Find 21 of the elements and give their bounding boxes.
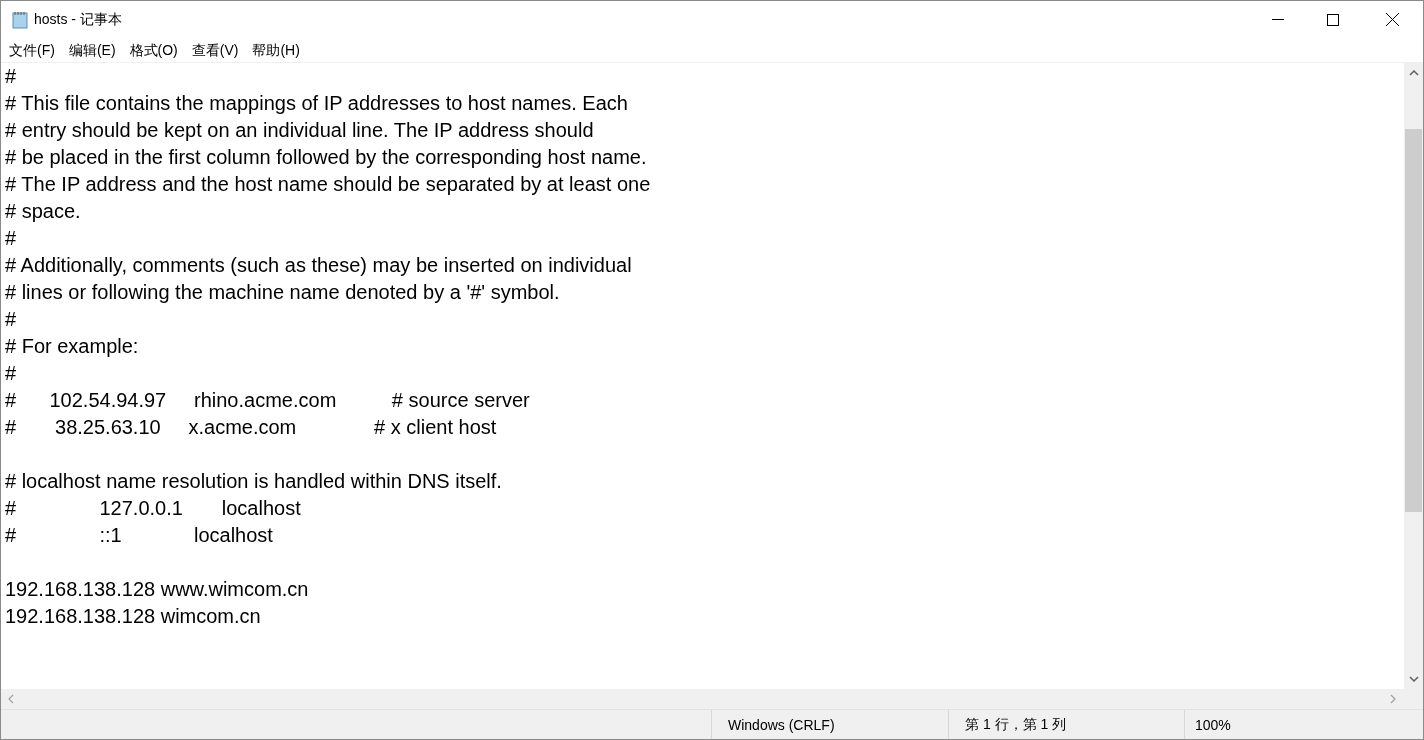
- scroll-up-icon[interactable]: [1408, 70, 1419, 76]
- close-icon: [1385, 13, 1399, 26]
- line-ending-label: Windows (CRLF): [728, 716, 835, 733]
- scroll-down-icon[interactable]: [1408, 676, 1419, 682]
- maximize-icon: [1327, 13, 1339, 26]
- zoom-label: 100%: [1195, 716, 1231, 733]
- scroll-right-icon[interactable]: [1390, 694, 1396, 704]
- menu-item[interactable]: 查看(V): [184, 39, 246, 61]
- horizontal-scrollbar[interactable]: [1, 689, 1423, 709]
- menu-item[interactable]: 帮助(H): [245, 39, 307, 61]
- menu-item[interactable]: 文件(F): [2, 39, 62, 61]
- scroll-thumb[interactable]: [1405, 129, 1422, 512]
- window-title: hosts - 记事本: [34, 10, 122, 29]
- menu-item[interactable]: 格式(O): [122, 39, 185, 61]
- cursor-position-label: 第 1 行，第 1 列: [965, 715, 1067, 734]
- notepad-icon: [12, 10, 28, 29]
- editor-text[interactable]: # # This file contains the mappings of IP addresses to host names. Each # entry should be kept on an individual line. The IP address should # be placed in the first column followed by the corresponding host name. # The IP address and the host name should be separated by at least one # space. # # Additionally, comments (such as these) may be inserted on individual # lines or following the machine name denoted by a '#' symbol. # # For example: # # 102.54.94.97 rhino.acme.com # source server # 38.25.63.10 x.acme.com # x client host # localhost name resolution is handled within DNS itself. # 127.0.0.1 localhost # ::1 localhost 192.168.138.128 www.wimcom.cn 192.168.138.128 wimcom.cn: [1, 63, 651, 630]
- minimize-icon: [1272, 19, 1284, 20]
- vertical-scrollbar[interactable]: [1404, 63, 1423, 689]
- menu-item[interactable]: 编辑(E): [61, 39, 123, 61]
- scroll-left-icon[interactable]: [8, 694, 14, 704]
